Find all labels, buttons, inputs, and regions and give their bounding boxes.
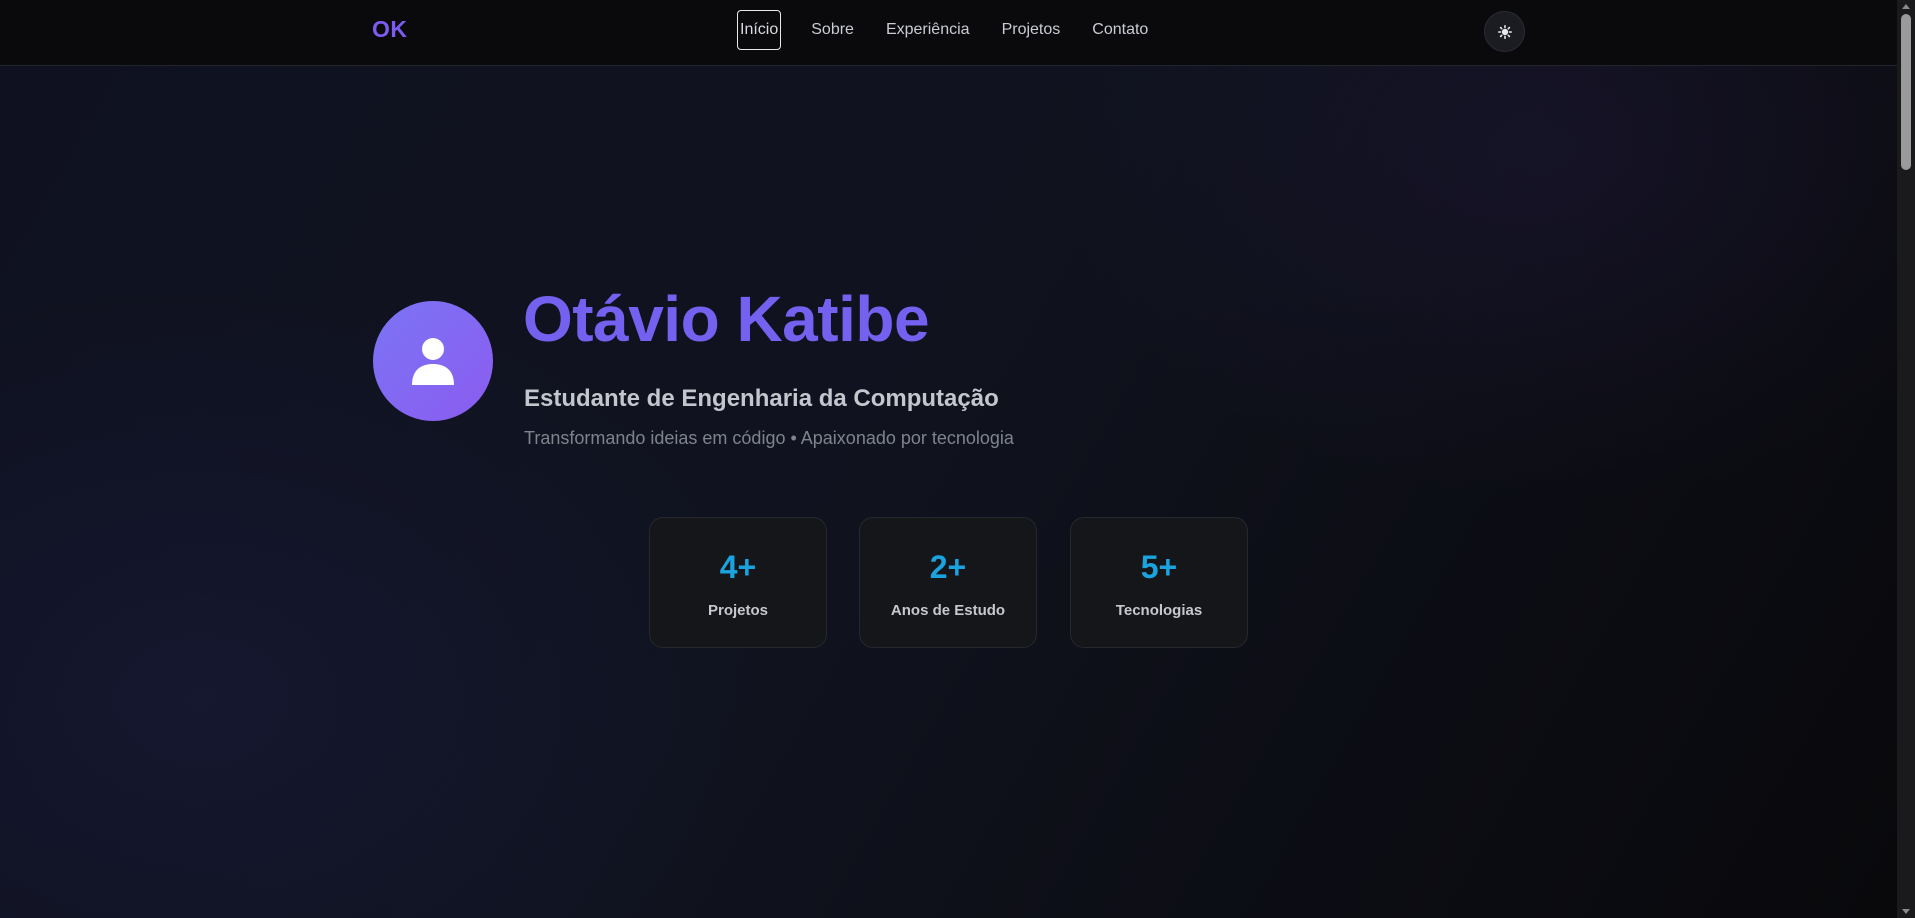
nav-item-projetos[interactable]: Projetos (1000, 13, 1063, 47)
scroll-down-arrow-icon[interactable] (1902, 909, 1910, 914)
stat-card-tecnologias: 5+ Tecnologias (1070, 517, 1248, 648)
main-nav: Início Sobre Experiência Projetos Contat… (737, 10, 1178, 50)
stat-card-anos-de-estudo: 2+ Anos de Estudo (859, 517, 1037, 648)
vertical-scrollbar[interactable] (1897, 0, 1915, 918)
stat-value: 2+ (929, 549, 967, 585)
scrollbar-thumb[interactable] (1901, 14, 1911, 170)
theme-toggle-button[interactable] (1484, 11, 1525, 52)
logo[interactable]: OK (372, 16, 408, 43)
hero-subtitle: Estudante de Engenharia da Computação (524, 385, 999, 412)
top-navbar: OK Início Sobre Experiência Projetos Con… (0, 0, 1897, 66)
stat-value: 4+ (719, 549, 757, 585)
stat-value: 5+ (1140, 549, 1178, 585)
stat-card-projetos: 4+ Projetos (649, 517, 827, 648)
avatar (373, 301, 493, 421)
stat-label: Tecnologias (1115, 602, 1203, 619)
user-icon (412, 338, 454, 385)
stat-label: Anos de Estudo (890, 602, 1006, 619)
nav-item-experiencia[interactable]: Experiência (884, 13, 972, 47)
nav-item-inicio[interactable]: Início (737, 10, 782, 50)
sun-gear-icon (1497, 24, 1512, 39)
hero-tagline: Transformando ideias em código • Apaixon… (524, 428, 1014, 448)
hero-name: Otávio Katibe (523, 283, 930, 355)
nav-item-contato[interactable]: Contato (1090, 13, 1150, 47)
stat-label: Projetos (707, 602, 768, 619)
nav-item-sobre[interactable]: Sobre (809, 13, 856, 47)
scroll-up-arrow-icon[interactable] (1902, 4, 1910, 9)
page-background (0, 0, 1897, 918)
